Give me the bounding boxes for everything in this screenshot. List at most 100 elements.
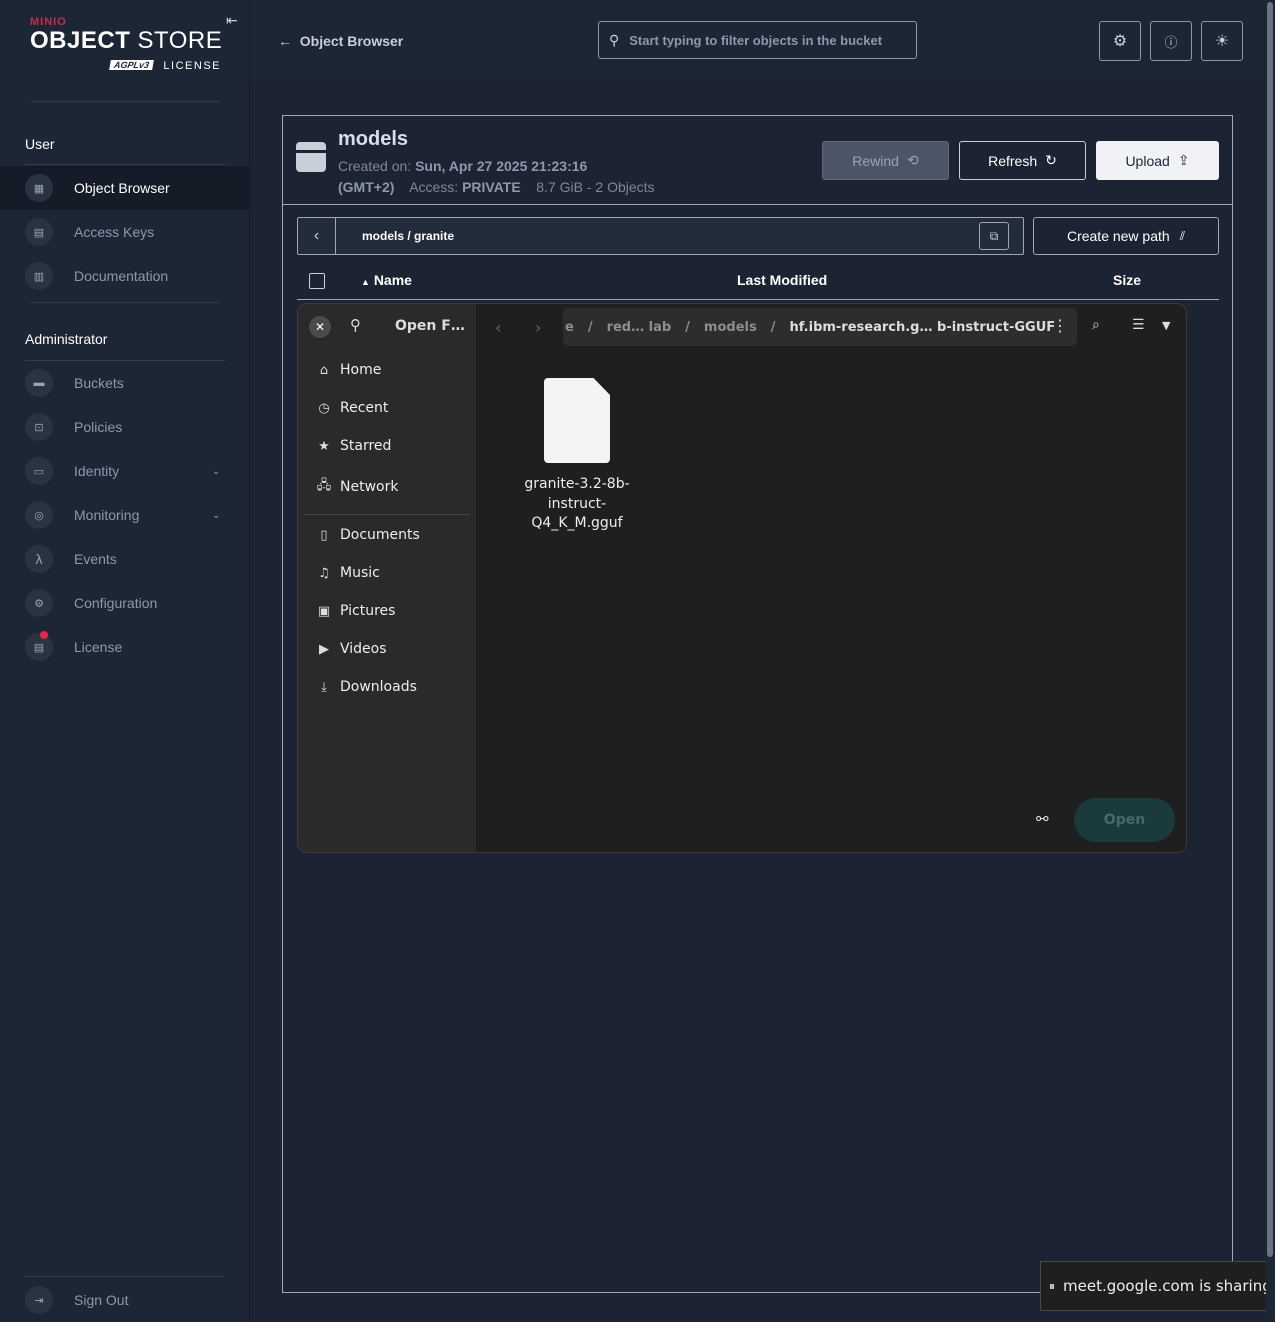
home-icon: ⌂ xyxy=(319,362,329,378)
sidebar-item-configuration[interactable]: ⚙ Configuration xyxy=(0,581,250,625)
arrow-left-icon: ← xyxy=(278,33,292,49)
chevron-left-icon[interactable]: ‹ xyxy=(495,318,501,337)
sun-icon: ☀ xyxy=(1214,33,1230,50)
view-options-dropdown[interactable]: ▼ xyxy=(1162,319,1170,332)
key-icon: ▤ xyxy=(25,218,53,246)
rewind-label: Rewind xyxy=(852,152,899,169)
place-starred[interactable]: ★ Starred xyxy=(316,438,391,454)
back-label: Object Browser xyxy=(299,33,404,49)
chevron-right-icon[interactable]: › xyxy=(535,318,541,337)
place-documents[interactable]: ▯ Documents xyxy=(316,527,419,543)
select-all-checkbox[interactable] xyxy=(309,273,325,289)
theme-toggle-button[interactable]: ☀ xyxy=(1201,21,1243,61)
place-label: Starred xyxy=(340,438,392,454)
back-to-object-browser[interactable]: ← Object Browser xyxy=(278,33,403,49)
access-label: Access: xyxy=(409,179,459,195)
new-path-icon: ⫽ xyxy=(1179,228,1186,243)
agpl-badge: AGPLv3 xyxy=(109,60,154,70)
column-size[interactable]: Size xyxy=(1113,272,1141,288)
sidebar-item-monitoring[interactable]: ◎ Monitoring ⌄ xyxy=(0,493,250,537)
sidebar-item-access-keys[interactable]: ▤ Access Keys xyxy=(0,210,250,254)
column-name[interactable]: ▲ Name xyxy=(361,272,412,288)
path-segment[interactable]: e xyxy=(565,320,574,335)
breadcrumb-path[interactable]: models / granite xyxy=(362,229,454,243)
place-label: Pictures xyxy=(340,603,396,619)
place-home[interactable]: ⌂ Home xyxy=(316,362,381,378)
file-item[interactable]: granite-3.2-8b- instruct- Q4_K_M.gguf xyxy=(518,378,636,534)
list-view-icon[interactable]: ☰ xyxy=(1132,317,1145,333)
path-segment[interactable]: models xyxy=(704,320,757,335)
upload-icon: ⇪ xyxy=(1177,152,1190,168)
sidebar-item-identity[interactable]: ▭ Identity ⌄ xyxy=(0,449,250,493)
path-separator: / xyxy=(587,319,593,335)
sidebar-item-events[interactable]: λ Events xyxy=(0,537,250,581)
table-header: ▲ Name Last Modified Size xyxy=(297,266,1219,300)
place-recent[interactable]: ◷ Recent xyxy=(316,400,388,416)
bucket-name: models xyxy=(338,128,409,150)
place-label: Network xyxy=(340,479,399,495)
sidebar-item-license[interactable]: ▤ License xyxy=(0,625,250,669)
topbar: ← Object Browser ⚲ Start typing to filte… xyxy=(250,0,1275,82)
download-icon: ⤓ xyxy=(321,679,327,695)
copy-path-button[interactable]: ⧉ xyxy=(979,222,1009,250)
create-new-path-button[interactable]: Create new path ⫽ xyxy=(1033,217,1219,255)
path-segment[interactable]: red… lab xyxy=(607,320,672,335)
clock-icon: ◷ xyxy=(318,400,330,416)
path-segment-current[interactable]: hf.ibm-research.g… b-instruct-GGUF xyxy=(789,320,1055,335)
bucket-icon xyxy=(296,142,326,172)
help-button[interactable]: ⓘ xyxy=(1150,21,1192,61)
open-button[interactable]: Open xyxy=(1074,798,1175,842)
dialog-header: ✕ ⚲ Open F… ‹ › e / red… lab / models / … xyxy=(298,304,1186,350)
sign-out-button[interactable]: ⇥ Sign Out xyxy=(0,1278,250,1322)
file-name-line: granite-3.2-8b- xyxy=(524,476,630,492)
screen-share-bar: ⏸ meet.google.com is sharing your screen xyxy=(1040,1261,1275,1311)
breadcrumb-back-button[interactable]: ‹ xyxy=(298,218,336,254)
pause-icon[interactable]: ⏸ xyxy=(1049,1279,1055,1294)
place-downloads[interactable]: ⤓ Downloads xyxy=(316,679,417,695)
file-icon xyxy=(544,378,610,463)
timezone: (GMT+2) xyxy=(338,179,395,195)
sidebar-item-object-browser[interactable]: ▦ Object Browser xyxy=(0,166,250,210)
divider xyxy=(25,164,225,165)
lambda-icon: λ xyxy=(25,545,53,573)
section-user: User xyxy=(25,136,55,152)
divider xyxy=(283,204,1232,205)
logo-title-object: OBJECT xyxy=(30,27,131,54)
find-folder-icon[interactable]: ⌕ xyxy=(1092,317,1100,333)
rewind-button[interactable]: Rewind ⟲ xyxy=(822,141,949,180)
sidebar-item-documentation[interactable]: ▥ Documentation xyxy=(0,254,250,298)
place-music[interactable]: ♫ Music xyxy=(316,565,380,581)
place-label: Music xyxy=(340,565,380,581)
sidebar-item-buckets[interactable]: ▬ Buckets xyxy=(0,361,250,405)
sidebar-item-label: Access Keys xyxy=(74,224,155,240)
column-name-label: Name xyxy=(373,272,412,288)
collapse-sidebar-icon[interactable]: ⇤ xyxy=(226,12,238,29)
upload-button[interactable]: Upload ⇪ xyxy=(1096,141,1219,180)
column-last-modified[interactable]: Last Modified xyxy=(737,272,827,288)
refresh-button[interactable]: Refresh ↻ xyxy=(959,141,1086,180)
scrollbar[interactable] xyxy=(1266,0,1275,1321)
place-label: Home xyxy=(340,362,382,378)
scrollbar-thumb[interactable] xyxy=(1267,2,1273,1257)
help-icon: ⓘ xyxy=(1164,34,1178,50)
path-bar: e / red… lab / models / hf.ibm-research.… xyxy=(563,308,1077,346)
lock-icon: ⊡ xyxy=(25,413,53,441)
video-icon: ▶ xyxy=(319,641,329,657)
more-options-icon[interactable]: ⋮ xyxy=(1052,316,1068,335)
options-icon[interactable]: ⚯ xyxy=(1036,810,1049,828)
star-icon: ★ xyxy=(318,438,330,454)
file-name-line: Q4_K_M.gguf xyxy=(531,515,623,531)
chevron-down-icon: ⌄ xyxy=(212,509,221,521)
section-administrator: Administrator xyxy=(25,331,108,347)
bucket-meta: Created on: Sun, Apr 27 2025 21:23:16 (G… xyxy=(338,156,655,198)
close-icon[interactable]: ✕ xyxy=(309,316,331,338)
place-videos[interactable]: ▶ Videos xyxy=(316,641,387,657)
sidebar-item-policies[interactable]: ⊡ Policies xyxy=(0,405,250,449)
settings-button[interactable]: ⚙ xyxy=(1099,21,1141,61)
search-icon[interactable]: ⚲ xyxy=(350,316,361,334)
place-pictures[interactable]: ▣ Pictures xyxy=(316,603,396,619)
filter-objects-input[interactable]: ⚲ Start typing to filter objects in the … xyxy=(598,21,917,59)
place-network[interactable]: 🖧 Network xyxy=(316,476,399,498)
picture-icon: ▣ xyxy=(317,603,331,619)
sidebar-item-label: Configuration xyxy=(74,595,158,611)
